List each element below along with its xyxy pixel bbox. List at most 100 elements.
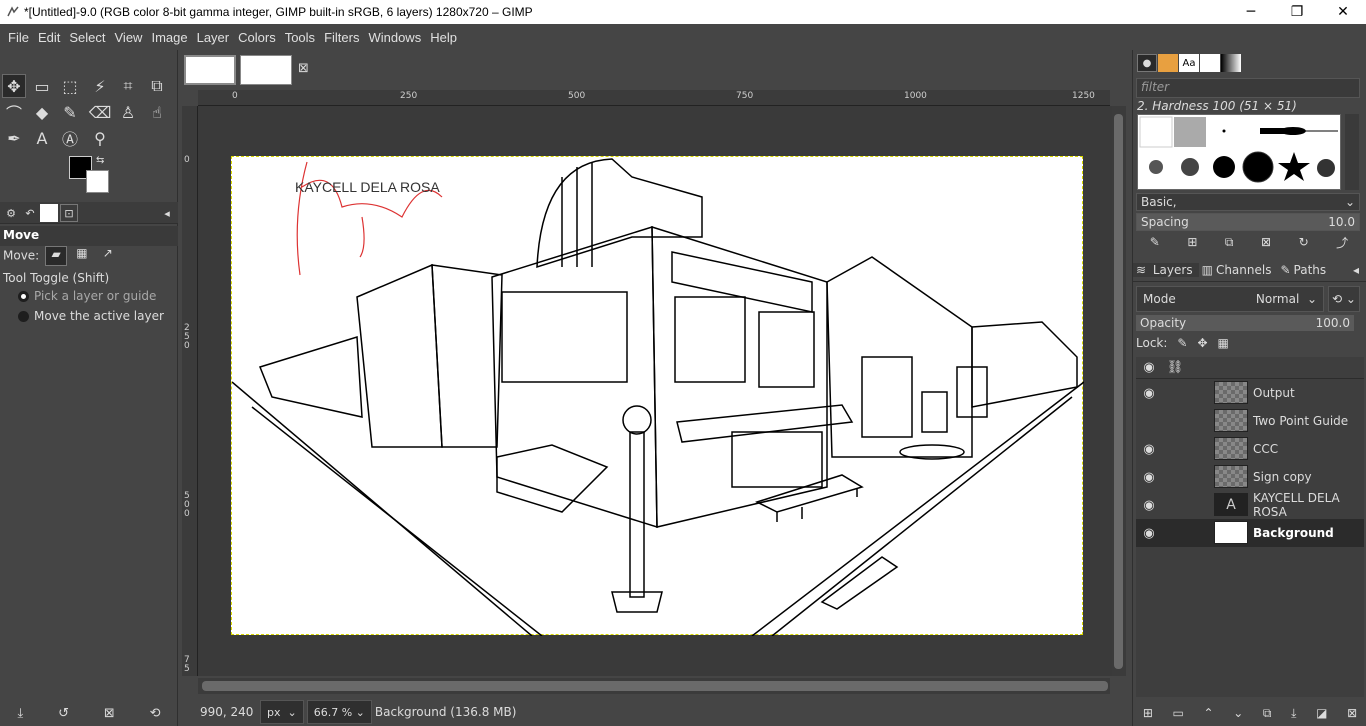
zoom-select[interactable]: 66.7 % ⌄ bbox=[306, 700, 372, 724]
path-icon[interactable]: ✒ bbox=[2, 126, 26, 150]
delete-brush-icon[interactable]: ⊠ bbox=[1261, 235, 1271, 249]
layer-mode-select[interactable]: Mode Normal ⌄ bbox=[1136, 286, 1324, 312]
image-tab-1[interactable] bbox=[184, 55, 236, 85]
menu-edit[interactable]: Edit bbox=[34, 30, 64, 45]
documents-tab-icon[interactable] bbox=[1200, 54, 1220, 72]
color-picker-icon[interactable]: Ⓐ bbox=[58, 126, 82, 150]
merge-layer-icon[interactable]: ⤓ bbox=[1291, 706, 1296, 721]
new-brush-icon[interactable]: ⊞ bbox=[1187, 235, 1197, 249]
lock-alpha-icon[interactable]: ▦ bbox=[1218, 336, 1229, 350]
minimize-button[interactable]: ─ bbox=[1228, 0, 1274, 24]
layer-row[interactable]: Two Point Guide bbox=[1136, 407, 1364, 435]
warp-icon[interactable]: ⌒ bbox=[2, 100, 26, 124]
opacity-slider[interactable]: Opacity 100.0 bbox=[1136, 315, 1354, 331]
delete-options-icon[interactable]: ⊠ bbox=[104, 706, 115, 721]
image-tab-2[interactable] bbox=[240, 55, 292, 85]
background-color[interactable] bbox=[86, 170, 109, 193]
layer-row[interactable]: ◉ A KAYCELL DELA ROSA bbox=[1136, 491, 1364, 519]
move-path-icon[interactable]: ↗ bbox=[97, 246, 119, 266]
menu-image[interactable]: Image bbox=[147, 30, 191, 45]
horizontal-scrollbar[interactable] bbox=[198, 678, 1110, 694]
duplicate-layer-icon[interactable]: ⧉ bbox=[1263, 706, 1272, 721]
menu-file[interactable]: File bbox=[4, 30, 33, 45]
device-status-tab-icon[interactable]: ⊡ bbox=[60, 204, 78, 222]
crop-icon[interactable]: ⌗ bbox=[116, 74, 140, 98]
eye-icon[interactable]: ◉ bbox=[1136, 526, 1162, 541]
text-tool-icon[interactable]: A bbox=[30, 126, 54, 150]
new-group-icon[interactable]: ▭ bbox=[1173, 706, 1184, 720]
restore-options-icon[interactable]: ↺ bbox=[58, 706, 69, 721]
spacing-slider[interactable]: Spacing 10.0 bbox=[1136, 213, 1360, 231]
brush-filter-input[interactable]: filter bbox=[1136, 78, 1360, 98]
move-tool-icon[interactable]: ✥ bbox=[2, 74, 26, 98]
transform-icon[interactable]: ⧉ bbox=[145, 74, 169, 98]
menu-windows[interactable]: Windows bbox=[364, 30, 425, 45]
configure-dock-icon[interactable]: ◂ bbox=[1350, 263, 1366, 277]
menu-layer[interactable]: Layer bbox=[193, 30, 234, 45]
undo-history-tab-icon[interactable]: ↶ bbox=[21, 204, 39, 222]
menu-help[interactable]: Help bbox=[426, 30, 461, 45]
rect-select-icon[interactable]: ▭ bbox=[30, 74, 54, 98]
tab-paths[interactable]: ✎ Paths bbox=[1277, 263, 1332, 277]
image-canvas[interactable]: KAYCELL DELA ROSA bbox=[231, 156, 1085, 637]
save-options-icon[interactable]: ⤓ bbox=[17, 706, 23, 721]
canvas-area[interactable]: KAYCELL DELA ROSA bbox=[198, 106, 1112, 676]
eraser-icon[interactable]: ⌫ bbox=[88, 100, 112, 124]
images-tab-icon[interactable] bbox=[40, 204, 58, 222]
layer-row[interactable]: ◉ CCC bbox=[1136, 435, 1364, 463]
zoom-icon[interactable]: ⚲ bbox=[88, 126, 112, 150]
new-layer-icon[interactable]: ⊞ bbox=[1143, 706, 1153, 720]
unit-select[interactable]: px ⌄ bbox=[260, 700, 304, 724]
mode-reset-icon[interactable]: ⟲ ⌄ bbox=[1328, 286, 1360, 312]
lock-pixels-icon[interactable]: ✎ bbox=[1177, 336, 1187, 350]
raise-layer-icon[interactable]: ⌃ bbox=[1204, 706, 1214, 720]
pick-layer-option[interactable]: Pick a layer or guide bbox=[18, 289, 156, 303]
layer-row[interactable]: ◉ Sign copy bbox=[1136, 463, 1364, 491]
delete-layer-icon[interactable]: ⊠ bbox=[1347, 706, 1357, 720]
eye-icon[interactable]: ◉ bbox=[1136, 442, 1162, 457]
close-tab-icon[interactable]: ⊠ bbox=[298, 61, 309, 76]
tab-layers[interactable]: ≋ Layers bbox=[1133, 262, 1199, 277]
maximize-button[interactable]: ❐ bbox=[1274, 0, 1320, 24]
layer-row[interactable]: ◉ Background bbox=[1136, 519, 1364, 547]
brushes-tab-icon[interactable]: ● bbox=[1137, 54, 1157, 72]
reset-options-icon[interactable]: ⟲ bbox=[150, 706, 161, 721]
lock-position-icon[interactable]: ✥ bbox=[1197, 336, 1207, 350]
patterns-tab-icon[interactable] bbox=[1158, 54, 1178, 72]
move-selection-icon[interactable]: ▦ bbox=[71, 246, 93, 266]
eye-icon[interactable]: ◉ bbox=[1136, 386, 1162, 401]
brush-scrollbar[interactable] bbox=[1345, 114, 1359, 190]
layer-row[interactable]: ◉ Output bbox=[1136, 379, 1364, 407]
close-button[interactable]: ✕ bbox=[1320, 0, 1366, 24]
menu-select[interactable]: Select bbox=[65, 30, 109, 45]
menu-tools[interactable]: Tools bbox=[281, 30, 319, 45]
lower-layer-icon[interactable]: ⌄ bbox=[1233, 706, 1243, 720]
menu-filters[interactable]: Filters bbox=[320, 30, 363, 45]
open-brush-icon[interactable]: ⤴ bbox=[1336, 234, 1348, 251]
paintbrush-icon[interactable]: ✎ bbox=[58, 100, 82, 124]
tab-channels[interactable]: ▥ Channels bbox=[1199, 263, 1278, 277]
clone-icon[interactable]: ♙ bbox=[116, 100, 140, 124]
tool-options-tab-icon[interactable]: ⚙ bbox=[2, 204, 20, 222]
move-layer-icon[interactable]: ▰ bbox=[45, 246, 68, 266]
refresh-brushes-icon[interactable]: ↻ bbox=[1299, 235, 1309, 249]
edit-brush-icon[interactable]: ✎ bbox=[1150, 235, 1160, 249]
menu-colors[interactable]: Colors bbox=[234, 30, 280, 45]
fuzzy-select-icon[interactable]: ⚡ bbox=[88, 74, 112, 98]
fonts-tab-icon[interactable]: Aa bbox=[1179, 54, 1199, 72]
eye-icon[interactable]: ◉ bbox=[1136, 498, 1162, 513]
smudge-icon[interactable]: ☝ bbox=[145, 100, 169, 124]
menu-view[interactable]: View bbox=[111, 30, 147, 45]
swap-colors-icon[interactable]: ⇆ bbox=[96, 155, 104, 166]
eye-icon[interactable]: ◉ bbox=[1136, 470, 1162, 485]
vertical-scrollbar[interactable] bbox=[1112, 106, 1126, 676]
duplicate-brush-icon[interactable]: ⧉ bbox=[1225, 235, 1234, 250]
brush-preset-select[interactable]: Basic, ⌄ bbox=[1136, 193, 1360, 211]
bucket-fill-icon[interactable]: ◆ bbox=[30, 100, 54, 124]
brush-grid[interactable] bbox=[1137, 114, 1341, 190]
configure-tab-icon[interactable]: ◂ bbox=[158, 204, 176, 222]
mask-layer-icon[interactable]: ◪ bbox=[1316, 706, 1327, 720]
gradients-tab-icon[interactable] bbox=[1221, 54, 1241, 72]
free-select-icon[interactable]: ⬚ bbox=[58, 74, 82, 98]
move-active-layer-option[interactable]: Move the active layer bbox=[18, 309, 164, 323]
